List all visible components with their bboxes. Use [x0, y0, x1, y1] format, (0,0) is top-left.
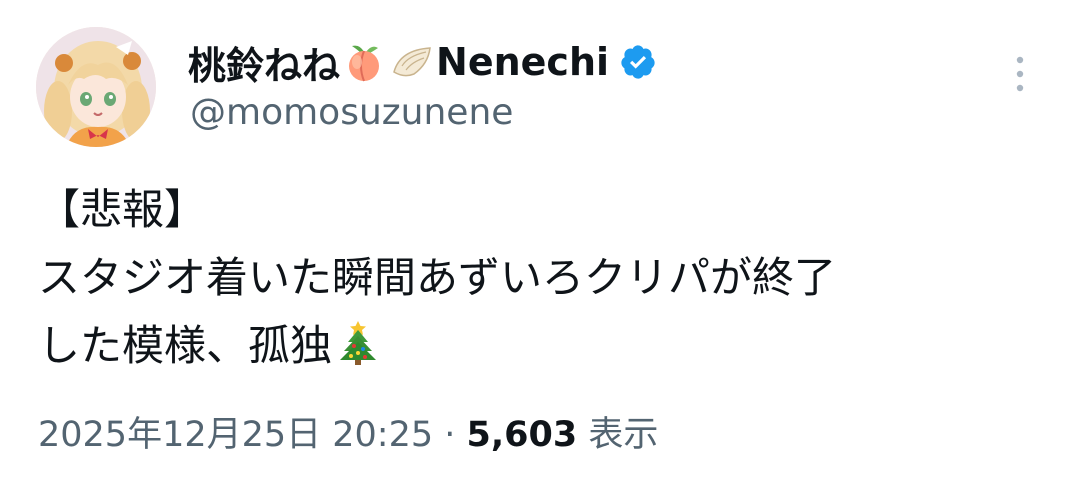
tweet-meta: 2025年12月25日 20:25 · 5,603 表示 — [38, 406, 658, 457]
tweet-text: 【悲報】 スタジオ着いた瞬間あずいろクリパが終了 した模様、孤独 — [38, 176, 1048, 380]
tweet-text-line-3: した模様、孤独 — [38, 321, 333, 370]
meta-separator: · — [433, 415, 467, 455]
avatar-illustration — [36, 27, 156, 147]
avatar[interactable] — [36, 27, 156, 147]
tweet-timestamp[interactable]: 2025年12月25日 20:25 — [38, 415, 433, 455]
peach-emoji-icon — [349, 45, 380, 82]
author-name-suffix: Nenechi — [436, 40, 610, 84]
tweet-card: 桃鈴ねね Nenechi @momosuzunene 【悲報】 スタジオ着いた瞬… — [0, 0, 1080, 479]
christmas-tree-emoji-icon — [340, 321, 377, 365]
more-vertical-icon[interactable] — [1008, 54, 1032, 94]
author-name-prefix: 桃鈴ねね — [188, 43, 341, 88]
author-handle[interactable]: @momosuzunene — [190, 92, 513, 133]
author-name-row[interactable]: 桃鈴ねね Nenechi — [188, 34, 657, 90]
views-count: 5,603 — [466, 415, 578, 455]
tweet-text-line-3-wrap: した模様、孤独 — [38, 312, 1048, 380]
dumpling-emoji-icon — [393, 47, 431, 77]
tweet-text-line-2: スタジオ着いた瞬間あずいろクリパが終了 — [38, 253, 837, 302]
views-label: 表示 — [577, 415, 659, 455]
tweet-text-line-1: 【悲報】 — [38, 185, 207, 234]
verified-badge-icon[interactable] — [619, 43, 657, 81]
